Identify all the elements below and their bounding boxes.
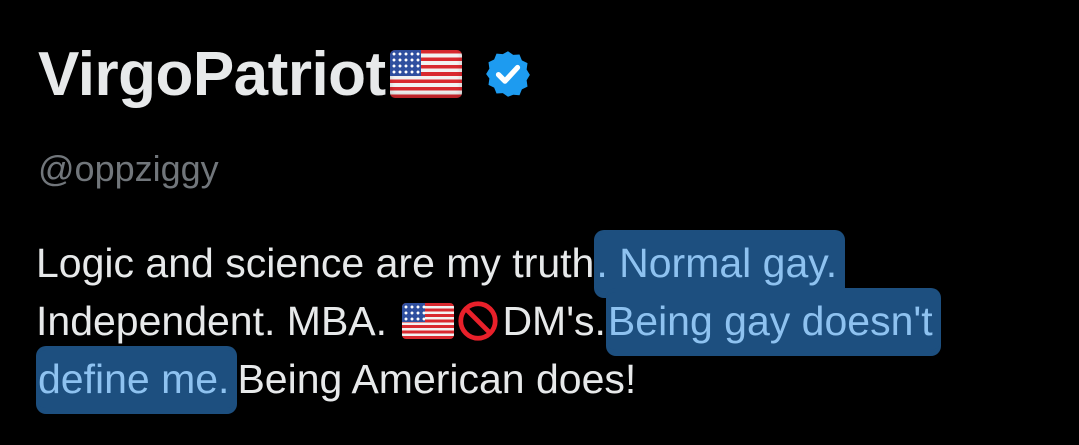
username-handle[interactable]: @oppziggy xyxy=(38,148,219,190)
us-flag-icon xyxy=(389,50,462,98)
name-row: VirgoPatriot xyxy=(38,34,534,114)
prohibited-icon xyxy=(458,301,499,341)
bio-line-2: Independent. MBA. DM's. Being gay doesn'… xyxy=(36,292,1066,350)
us-flag-icon xyxy=(402,303,455,339)
highlighted-text: define me. xyxy=(36,350,238,408)
bio-text: DM's. xyxy=(502,298,606,344)
highlighted-text: . Normal gay. xyxy=(594,234,846,292)
highlighted-text: Being gay doesn't xyxy=(605,292,941,350)
bio-text: Being American does! xyxy=(237,356,637,402)
profile-bio: Logic and science are my truth. Normal g… xyxy=(36,234,1066,408)
profile-header: VirgoPatriot @oppziggy Logic and science… xyxy=(0,0,1079,445)
verified-check-icon[interactable] xyxy=(482,48,534,100)
bio-text: Independent. MBA. xyxy=(36,298,388,344)
bio-line-1: Logic and science are my truth. Normal g… xyxy=(36,234,1066,292)
display-name: VirgoPatriot xyxy=(38,39,386,109)
bio-line-3: define me. Being American does! xyxy=(36,350,1066,408)
bio-text: Logic and science are my truth xyxy=(36,240,595,286)
